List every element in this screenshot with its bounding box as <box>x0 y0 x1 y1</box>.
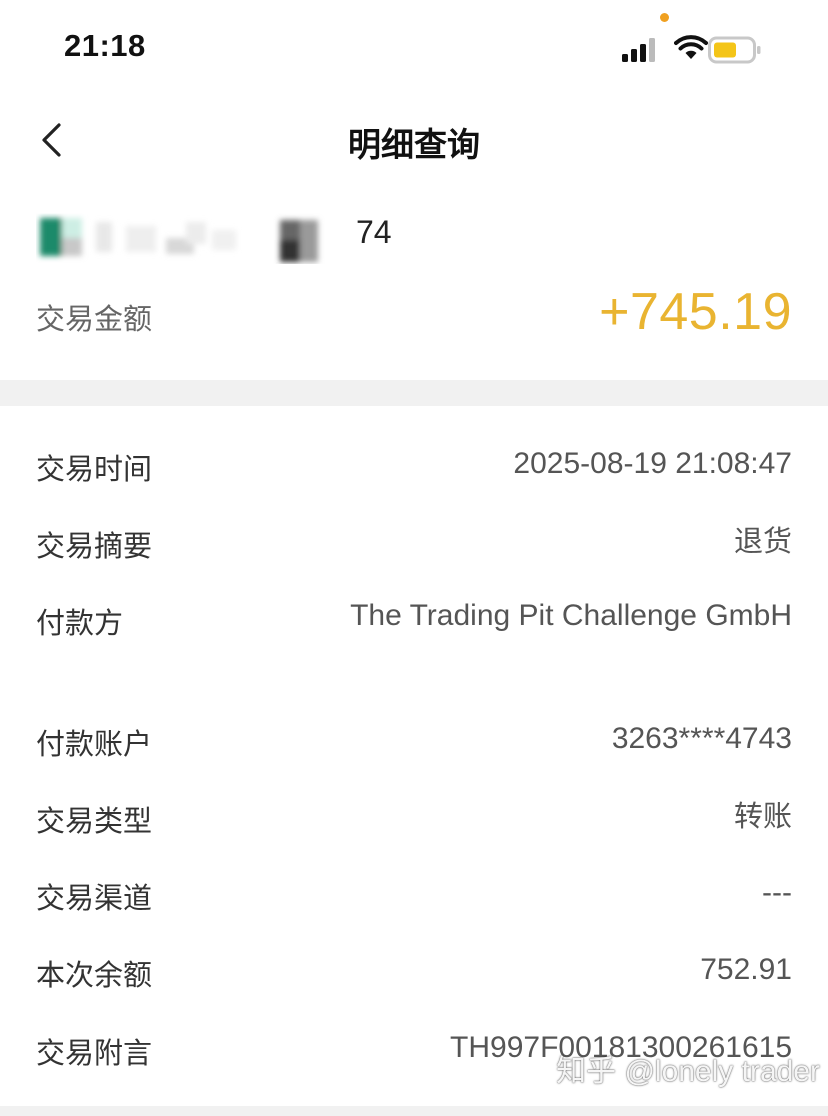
masked-account-blur <box>40 218 318 262</box>
detail-label: 付款账户 <box>36 727 153 761</box>
detail-label: 交易渠道 <box>36 881 153 915</box>
watermark: 知乎 @lonely trader <box>556 1055 820 1088</box>
detail-label: 交易时间 <box>36 452 153 486</box>
privacy-indicator-dot <box>660 13 669 22</box>
detail-value: 3263****4743 <box>611 722 792 755</box>
wifi-icon <box>674 35 708 59</box>
account-suffix: 74 <box>356 214 392 250</box>
status-bar: 21:18 <box>0 0 828 96</box>
detail-value: 退货 <box>733 524 792 558</box>
nav-bar: 明细查询 <box>0 100 828 180</box>
detail-label: 交易附言 <box>36 1036 153 1070</box>
detail-value: --- <box>762 876 792 909</box>
signal-icon <box>622 38 655 62</box>
amount-label: 交易金额 <box>36 302 153 336</box>
bottom-divider <box>0 1106 828 1116</box>
detail-label: 交易类型 <box>36 804 153 838</box>
battery-icon <box>708 36 761 64</box>
amount-value: +745.19 <box>599 283 792 341</box>
page-title: 明细查询 <box>348 125 480 164</box>
detail-label: 付款方 <box>36 606 124 640</box>
account-number: 74 <box>36 208 436 264</box>
detail-value: 752.91 <box>700 953 792 986</box>
detail-label: 交易摘要 <box>36 529 153 563</box>
status-time: 21:18 <box>64 28 146 63</box>
detail-label: 本次余额 <box>36 958 153 992</box>
detail-value: 2025-08-19 21:08:47 <box>513 447 792 480</box>
detail-value: 转账 <box>733 799 792 833</box>
detail-value: The Trading Pit Challenge GmbH <box>350 599 792 632</box>
section-divider <box>0 380 828 406</box>
